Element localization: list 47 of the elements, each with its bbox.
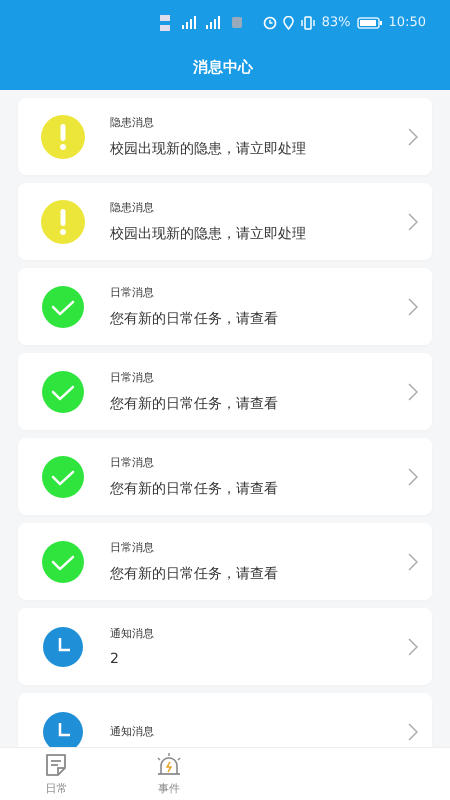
vibrate-icon — [300, 16, 316, 30]
message-text: 您有新的日常任务，请查看 — [110, 310, 279, 328]
warning-icon — [40, 114, 86, 160]
message-type: 日常消息 — [110, 285, 155, 300]
message-text: 2 — [110, 651, 120, 667]
message-text: 校园出现新的隐患，请立即处理 — [110, 225, 307, 243]
message-card[interactable]: 日常消息 您有新的日常任务，请查看 — [18, 438, 432, 515]
chevron-right-icon — [408, 468, 418, 486]
check-icon — [40, 284, 86, 330]
message-card[interactable]: 日常消息 您有新的日常任务，请查看 — [18, 268, 432, 345]
message-text: 您有新的日常任务，请查看 — [110, 480, 279, 498]
clock-time: 10:50 — [388, 15, 426, 30]
message-type: 隐患消息 — [110, 115, 155, 130]
chevron-right-icon — [408, 638, 418, 656]
message-text: 校园出现新的隐患，请立即处理 — [110, 140, 307, 158]
chevron-right-icon — [408, 552, 418, 570]
signal-icon — [160, 12, 244, 32]
warning-icon — [40, 198, 86, 244]
alarm-icon — [262, 16, 277, 30]
message-type: 日常消息 — [110, 540, 155, 555]
nav-tab[interactable]: 事件 — [112, 748, 225, 800]
chevron-right-icon — [408, 212, 418, 230]
chevron-right-icon — [408, 722, 418, 740]
message-card[interactable]: 日常消息 您有新的日常任务，请查看 — [18, 523, 432, 600]
message-card[interactable]: 隐患消息 校园出现新的隐患，请立即处理 — [18, 98, 432, 175]
chevron-right-icon — [408, 298, 418, 316]
message-text: 您有新的日常任务，请查看 — [110, 395, 279, 413]
message-text: 您有新的日常任务，请查看 — [110, 565, 279, 583]
check-icon — [40, 538, 86, 584]
message-card[interactable]: 日常消息 您有新的日常任务，请查看 — [18, 353, 432, 430]
nav-tab[interactable]: 日常 — [0, 748, 112, 800]
message-type: 日常消息 — [110, 455, 155, 470]
message-card[interactable]: 通知消息 — [18, 693, 432, 747]
battery-icon — [356, 16, 383, 28]
page-title: 消息中心 — [192, 57, 254, 78]
battery-percent: 83% — [322, 15, 351, 30]
location-icon — [282, 16, 294, 30]
chevron-right-icon — [408, 128, 418, 146]
message-type: 隐患消息 — [110, 200, 155, 215]
check-icon — [40, 368, 86, 414]
message-type: 日常消息 — [110, 370, 155, 385]
chevron-right-icon — [408, 382, 418, 400]
message-type: 通知消息 — [110, 626, 155, 641]
message-type: 通知消息 — [110, 724, 155, 739]
message-card[interactable]: 通知消息 2 — [18, 608, 432, 685]
check-icon — [40, 454, 86, 500]
message-card[interactable]: 隐患消息 校园出现新的隐患，请立即处理 — [18, 183, 432, 260]
